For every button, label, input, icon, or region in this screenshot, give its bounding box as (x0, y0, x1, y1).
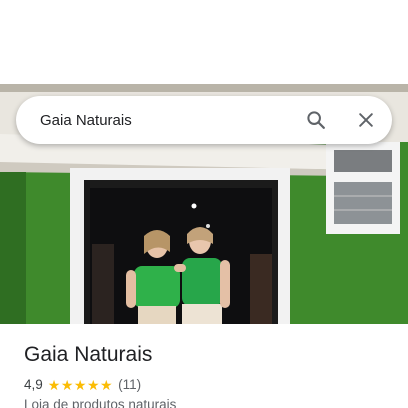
search-bar (16, 96, 392, 144)
rating-row[interactable]: 4,9 ★ ★ ★ ★ ★ (11) (24, 377, 141, 392)
star-icon: ★ (60, 376, 74, 393)
star-icon: ★ (100, 376, 113, 393)
reviews-count[interactable]: (11) (118, 377, 141, 392)
search-input[interactable] (40, 108, 296, 132)
rating-stars: ★ ★ ★ ★ ★ (48, 378, 113, 392)
place-category: Loja de produtos naturais (24, 397, 177, 408)
place-info-panel: Gaia Naturais 4,9 ★ ★ ★ ★ ★ (11) Loja de… (0, 324, 408, 408)
close-icon (359, 113, 373, 127)
rating-value: 4,9 (24, 377, 43, 392)
place-title: Gaia Naturais (24, 343, 153, 366)
star-icon: ★ (73, 376, 87, 393)
search-button[interactable] (296, 100, 336, 140)
search-icon (307, 111, 325, 129)
star-icon: ★ (47, 376, 61, 393)
maps-place-page: Gaia Naturais 4,9 ★ ★ ★ ★ ★ (11) Loja de… (0, 0, 408, 408)
close-button[interactable] (346, 100, 386, 140)
star-icon: ★ (86, 376, 100, 393)
